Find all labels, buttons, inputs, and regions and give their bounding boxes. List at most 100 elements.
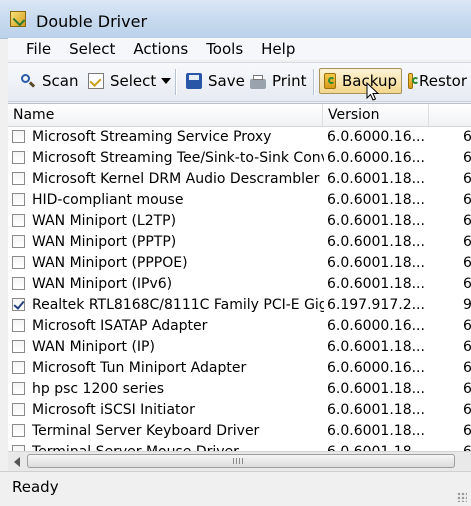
toolbar: Scan Select Save Print Backup Restor — [8, 62, 471, 102]
row-checkbox[interactable] — [12, 256, 25, 269]
driver-version: 6.0.6001.18... — [327, 255, 425, 271]
table-row[interactable]: HID-compliant mouse 6.0.6001.18... 6 — [8, 190, 471, 211]
driver-list[interactable]: Name Version Microsoft Streaming Service… — [8, 103, 471, 452]
save-label: Save — [208, 72, 245, 90]
driver-extra-column: 6 — [463, 148, 471, 169]
print-label: Print — [272, 72, 307, 90]
driver-name: WAN Miniport (IPv6) — [32, 276, 173, 292]
driver-version: 6.0.6001.18... — [327, 192, 425, 208]
driver-version: 6.0.6000.16... — [327, 318, 425, 334]
scrollbar-thumb[interactable] — [27, 454, 455, 468]
driver-name: Terminal Server Keyboard Driver — [32, 423, 260, 439]
restore-label: Restor — [418, 72, 467, 90]
menu-file[interactable]: File — [8, 38, 60, 60]
row-checkbox[interactable] — [12, 130, 25, 143]
table-row[interactable]: Microsoft Streaming Service Proxy 6.0.600… — [8, 127, 471, 148]
table-row[interactable]: Terminal Server Keyboard Driver 6.0.6001.… — [8, 421, 471, 442]
column-header-extra[interactable] — [429, 104, 471, 126]
menu-help[interactable]: Help — [252, 38, 304, 60]
driver-extra-column: 6 — [463, 232, 471, 253]
select-label: Select — [110, 72, 157, 90]
menu-select[interactable]: Select — [60, 38, 124, 60]
driver-version: 6.0.6001.18... — [327, 213, 425, 229]
table-row[interactable]: WAN Miniport (PPTP) 6.0.6001.18... 6 — [8, 232, 471, 253]
driver-version: 6.0.6000.16... — [327, 150, 425, 166]
table-row[interactable]: Microsoft ISATAP Adapter 6.0.6000.16... 6 — [8, 316, 471, 337]
table-row[interactable]: Microsoft Kernel DRM Audio Descrambler 6.… — [8, 169, 471, 190]
table-row[interactable]: Microsoft Tun Miniport Adapter 6.0.6000.1… — [8, 358, 471, 379]
driver-version: 6.197.917.2... — [327, 297, 425, 313]
table-row[interactable]: WAN Miniport (IPv6) 6.0.6001.18... 6 — [8, 274, 471, 295]
row-checkbox[interactable] — [12, 151, 25, 164]
driver-version: 6.0.6001.18... — [327, 171, 425, 187]
table-row[interactable]: hp psc 1200 series 6.0.6001.18... 6 — [8, 379, 471, 400]
scan-button[interactable]: Scan — [16, 68, 82, 94]
driver-name: HID-compliant mouse — [32, 192, 184, 208]
resize-grip-icon[interactable] — [457, 492, 467, 502]
printer-icon — [250, 75, 266, 89]
horizontal-scrollbar[interactable] — [8, 451, 471, 471]
table-row[interactable]: WAN Miniport (PPPOE) 6.0.6001.18... 6 — [8, 253, 471, 274]
row-checkbox[interactable] — [12, 298, 25, 311]
column-header-name[interactable]: Name — [8, 104, 323, 126]
row-checkbox[interactable] — [12, 361, 25, 374]
driver-version: 6.0.6001.18... — [327, 423, 425, 439]
column-header-version[interactable]: Version — [323, 104, 429, 126]
driver-version: 6.0.6001.18... — [327, 339, 425, 355]
row-checkbox[interactable] — [12, 424, 25, 437]
restore-folder-icon — [408, 73, 419, 89]
floppy-disk-icon — [186, 73, 202, 89]
driver-version: 6.0.6001.18... — [327, 276, 425, 292]
toolbar-separator — [313, 69, 315, 95]
row-checkbox[interactable] — [12, 403, 25, 416]
driver-name: hp psc 1200 series — [32, 381, 165, 397]
driver-name: Microsoft Kernel DRM Audio Descrambler — [32, 171, 320, 187]
row-checkbox[interactable] — [12, 214, 25, 227]
driver-extra-column: 6 — [463, 169, 471, 190]
driver-name: WAN Miniport (PPPOE) — [32, 255, 188, 271]
row-checkbox[interactable] — [12, 172, 25, 185]
driver-name: WAN Miniport (PPTP) — [32, 234, 177, 250]
menu-bar: File Select Actions Tools Help — [8, 38, 471, 60]
driver-name: Microsoft Streaming Service Proxy — [32, 129, 272, 145]
driver-extra-column: 6 — [463, 316, 471, 337]
list-header: Name Version — [8, 104, 471, 127]
driver-name: Microsoft Tun Miniport Adapter — [32, 360, 247, 376]
print-button[interactable]: Print — [246, 68, 311, 94]
table-row[interactable]: Microsoft Streaming Tee/Sink-to-Sink Con… — [8, 148, 471, 169]
backup-button[interactable]: Backup — [319, 68, 402, 94]
driver-extra-column: 6 — [463, 337, 471, 358]
driver-extra-column: 6 — [463, 421, 471, 442]
row-checkbox[interactable] — [12, 235, 25, 248]
table-row[interactable]: WAN Miniport (IP) 6.0.6001.18... 6 — [8, 337, 471, 358]
thumb-grip — [233, 458, 243, 464]
driver-name: WAN Miniport (IP) — [32, 339, 155, 355]
select-button[interactable]: Select — [84, 68, 175, 94]
driver-extra-column: 6 — [463, 400, 471, 421]
scan-label: Scan — [42, 72, 79, 90]
row-checkbox[interactable] — [12, 193, 25, 206]
driver-extra-column: 6 — [463, 358, 471, 379]
window-title: Double Driver — [36, 12, 148, 31]
app-icon — [10, 11, 26, 27]
title-bar[interactable]: Double Driver — [0, 0, 471, 39]
driver-extra-column: 6 — [463, 379, 471, 400]
driver-name: WAN Miniport (L2TP) — [32, 213, 177, 229]
driver-extra-column: 6 — [463, 127, 471, 148]
row-checkbox[interactable] — [12, 382, 25, 395]
table-row[interactable]: WAN Miniport (L2TP) 6.0.6001.18... 6 — [8, 211, 471, 232]
driver-version: 6.0.6001.18... — [327, 402, 425, 418]
driver-name: Microsoft Streaming Tee/Sink-to-Sink Con… — [32, 150, 324, 166]
save-button[interactable]: Save — [182, 68, 249, 94]
mouse-pointer-icon — [366, 82, 380, 101]
scroll-left-arrow-icon[interactable] — [10, 454, 25, 469]
table-row[interactable]: Microsoft iSCSI Initiator 6.0.6001.18... 6 — [8, 400, 471, 421]
row-checkbox[interactable] — [12, 340, 25, 353]
row-checkbox[interactable] — [12, 319, 25, 332]
magnifier-icon — [20, 73, 36, 89]
row-checkbox[interactable] — [12, 277, 25, 290]
menu-actions[interactable]: Actions — [124, 38, 197, 60]
restore-button[interactable]: Restor — [404, 68, 471, 94]
menu-tools[interactable]: Tools — [197, 38, 252, 60]
table-row[interactable]: Realtek RTL8168C/8111C Family PCI-E Giga… — [8, 295, 471, 316]
